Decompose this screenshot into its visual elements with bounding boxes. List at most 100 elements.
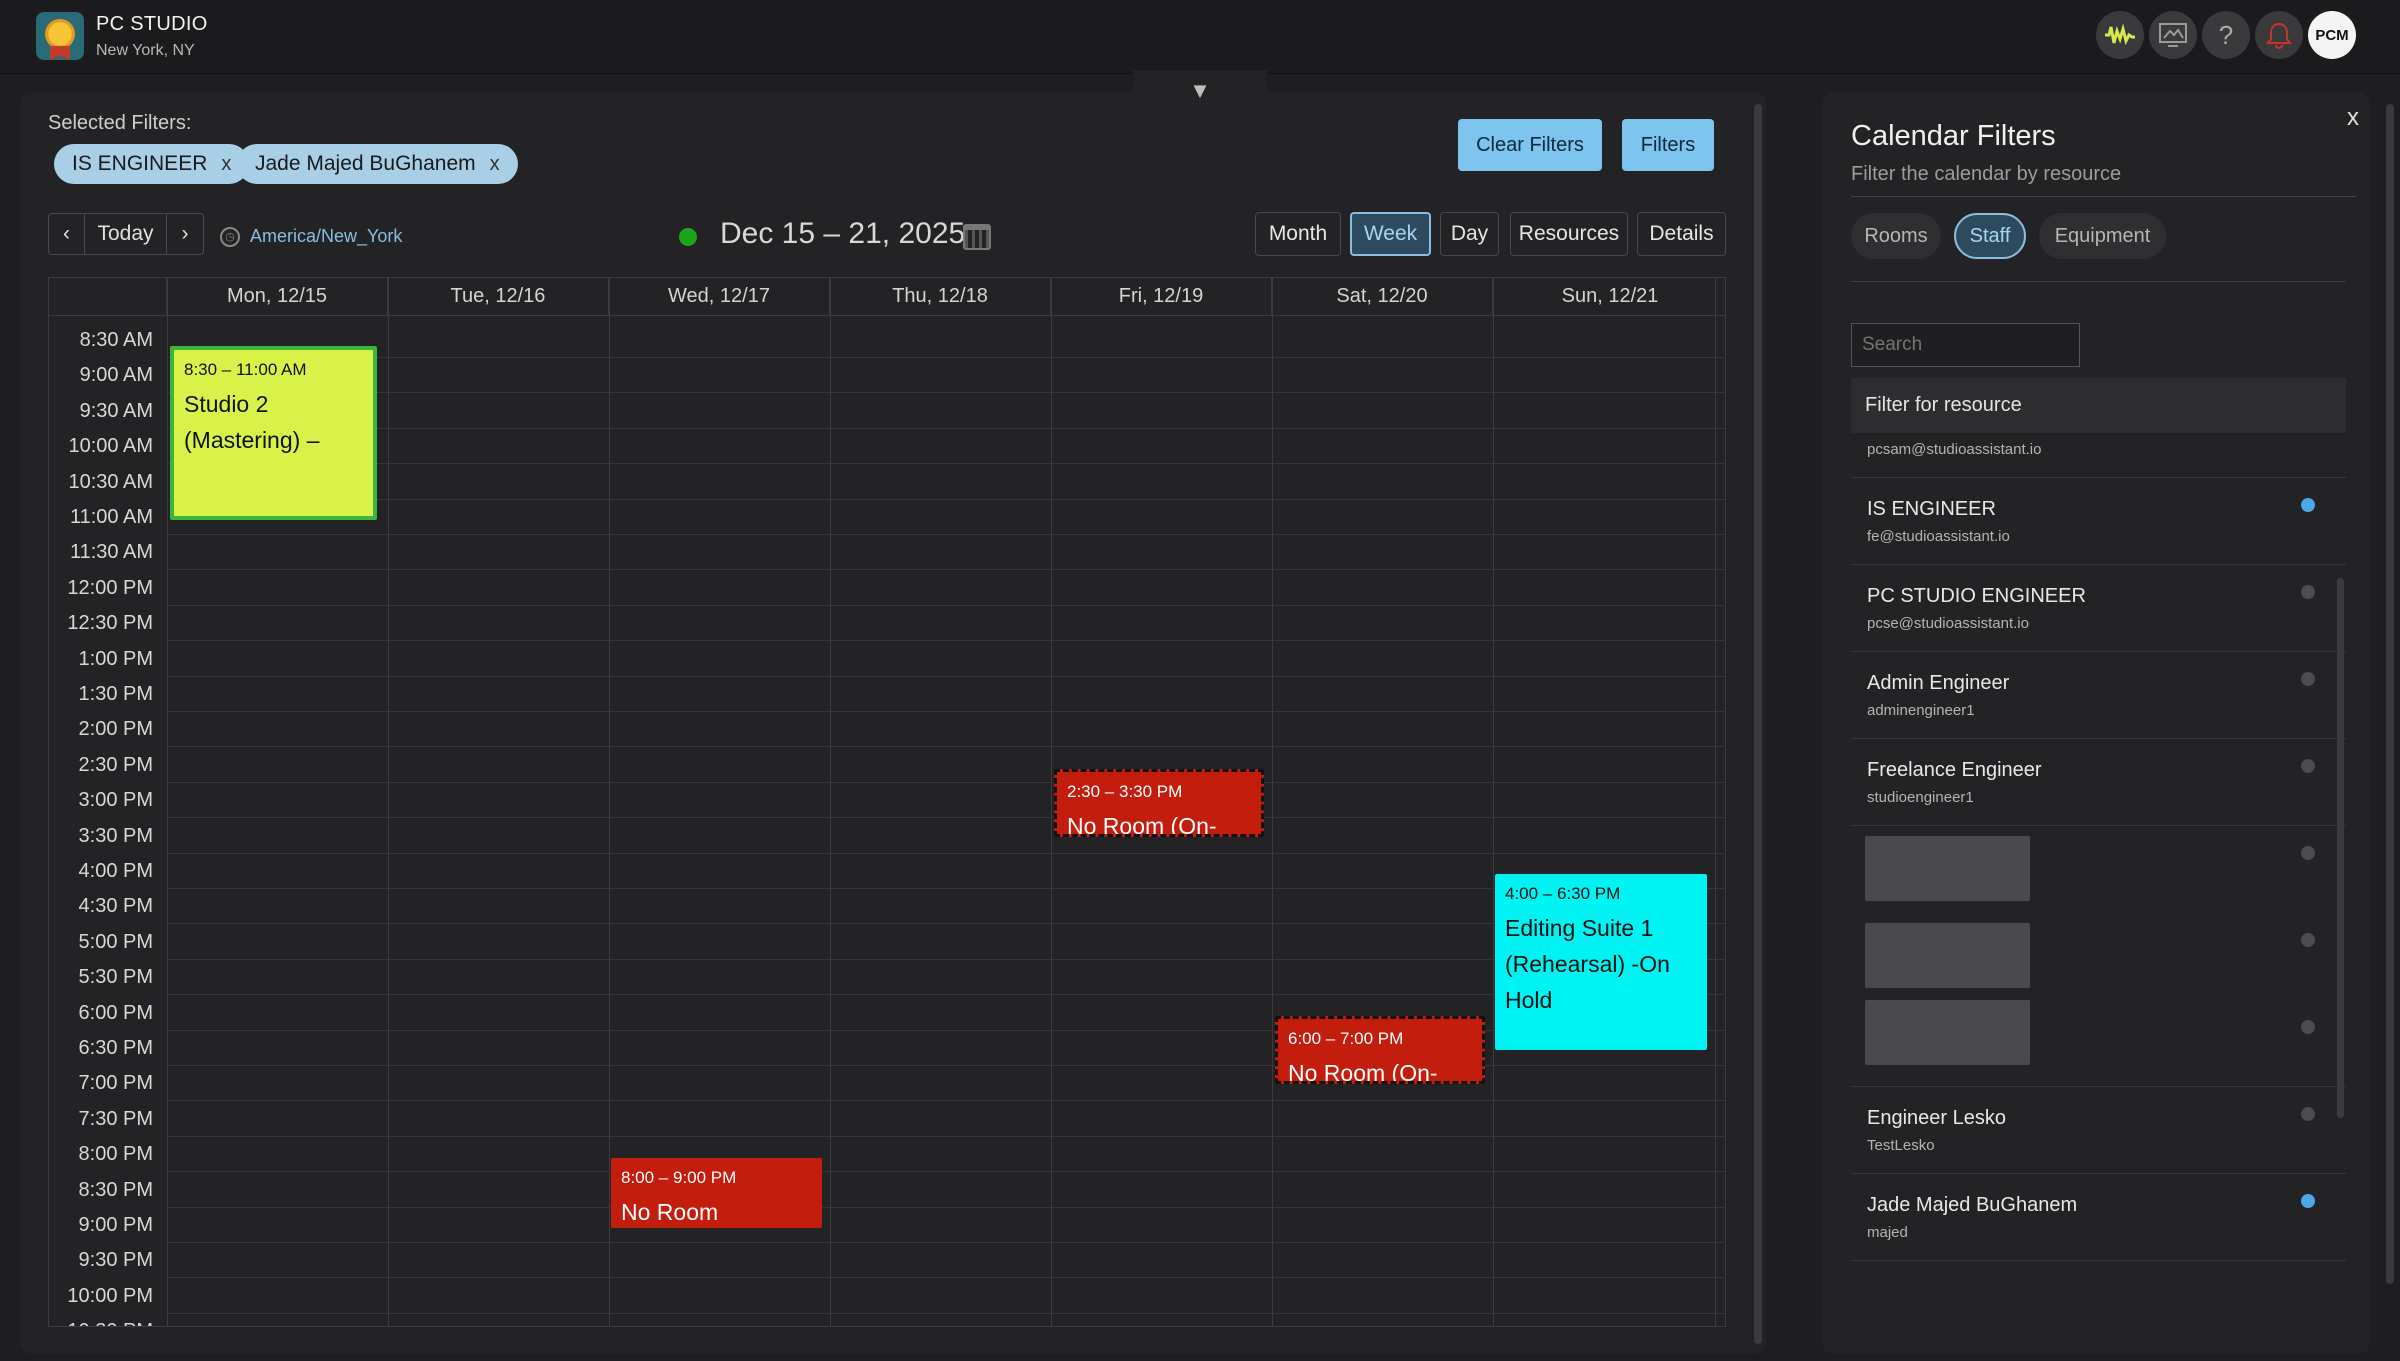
- event-title: Studio 2 (Mastering) –: [184, 391, 320, 453]
- resource-image-placeholder: [1865, 1000, 2030, 1065]
- event-time: 8:00 – 9:00 PM: [621, 1168, 737, 1187]
- bell-icon[interactable]: [2255, 11, 2303, 59]
- day-header[interactable]: Sun, 12/21: [1493, 278, 1725, 316]
- timezone-label: America/New_York: [250, 226, 403, 246]
- next-week-button[interactable]: ›: [167, 214, 203, 254]
- view-week-button[interactable]: Week: [1350, 212, 1431, 256]
- help-icon[interactable]: ?: [2202, 11, 2250, 59]
- tab-equipment[interactable]: Equipment: [2039, 213, 2166, 259]
- resource-item[interactable]: [1851, 826, 2346, 913]
- filters-button[interactable]: Filters: [1622, 119, 1714, 171]
- view-details-button[interactable]: Details: [1637, 212, 1726, 256]
- calendar-event[interactable]: 4:00 – 6:30 PM Editing Suite 1 (Rehearsa…: [1495, 874, 1707, 1050]
- resource-subtitle: majed: [1867, 1224, 1908, 1241]
- studio-location: New York, NY: [96, 42, 195, 59]
- prev-week-button[interactable]: ‹: [49, 214, 85, 254]
- calendar-event[interactable]: 8:00 – 9:00 PM No Room: [611, 1158, 822, 1228]
- time-slot-line: [167, 604, 1725, 606]
- filter-chip[interactable]: IS ENGINEER x: [54, 144, 250, 184]
- day-header[interactable]: Sat, 12/20: [1272, 278, 1493, 316]
- time-slot-label: 3:30 PM: [78, 824, 153, 847]
- resource-item[interactable]: PC STUDIO ENGINEER pcse@studioassistant.…: [1851, 565, 2346, 652]
- time-slot-line: [167, 852, 1725, 854]
- filter-chip[interactable]: Jade Majed BuGhanem x: [237, 144, 518, 184]
- unselected-indicator-icon: [2301, 1107, 2315, 1121]
- close-icon[interactable]: x: [2347, 104, 2359, 132]
- unselected-indicator-icon: [2301, 585, 2315, 599]
- user-avatar[interactable]: PCM: [2308, 11, 2356, 59]
- calendar-event[interactable]: 2:30 – 3:30 PM No Room (On-: [1054, 769, 1264, 837]
- time-slot-label: 2:30 PM: [78, 753, 153, 776]
- resource-item[interactable]: Admin Engineer adminengineer1: [1851, 652, 2346, 739]
- resource-item[interactable]: Freelance Engineer studioengineer1: [1851, 739, 2346, 826]
- chip-label: IS ENGINEER: [72, 152, 208, 175]
- resource-name: Freelance Engineer: [1867, 759, 2042, 781]
- time-slot-line: [167, 427, 1725, 429]
- time-slot-label: 5:30 PM: [78, 966, 153, 989]
- resource-item[interactable]: [1851, 1261, 2346, 1281]
- resource-list: pcsam@studioassistant.io IS ENGINEER fe@…: [1851, 433, 2346, 1281]
- remove-chip-icon[interactable]: x: [490, 153, 500, 176]
- resource-item[interactable]: [1851, 1000, 2346, 1087]
- time-slot-label: 11:00 AM: [69, 506, 153, 528]
- today-button[interactable]: Today: [85, 214, 167, 254]
- view-day-button[interactable]: Day: [1440, 212, 1499, 256]
- view-resources-button[interactable]: Resources: [1510, 212, 1628, 256]
- time-slot-label: 6:30 PM: [78, 1037, 153, 1059]
- tab-staff[interactable]: Staff: [1954, 213, 2026, 259]
- day-header[interactable]: Wed, 12/17: [609, 278, 830, 316]
- resource-name: IS ENGINEER: [1867, 498, 1996, 520]
- top-bar: PC STUDIO New York, NY ? PCM: [0, 0, 2400, 74]
- calendar-event[interactable]: 6:00 – 7:00 PM No Room (On-: [1275, 1016, 1485, 1084]
- remove-chip-icon[interactable]: x: [221, 153, 231, 176]
- resource-item[interactable]: Engineer Lesko TestLesko: [1851, 1087, 2346, 1174]
- day-header[interactable]: Tue, 12/16: [388, 278, 609, 316]
- resource-item[interactable]: Jade Majed BuGhanem majed: [1851, 1174, 2346, 1261]
- resource-item[interactable]: [1851, 913, 2346, 1000]
- time-slot-line: [167, 923, 1725, 925]
- resource-item[interactable]: IS ENGINEER fe@studioassistant.io: [1851, 478, 2346, 565]
- page-scrollbar[interactable]: [2386, 104, 2394, 1284]
- time-slot-line: [167, 675, 1725, 677]
- calendar-event[interactable]: 8:30 – 11:00 AM Studio 2 (Mastering) –: [170, 346, 377, 520]
- clear-filters-button[interactable]: Clear Filters: [1458, 119, 1602, 171]
- resource-item[interactable]: pcsam@studioassistant.io: [1851, 433, 2346, 478]
- day-header[interactable]: Mon, 12/15: [167, 278, 388, 316]
- time-slot-line: [167, 1277, 1725, 1279]
- time-slot-label: 1:30 PM: [78, 683, 153, 705]
- waveform-icon[interactable]: [2096, 11, 2144, 59]
- collapse-toggle[interactable]: ▼: [1133, 70, 1267, 112]
- time-slot-label: 2:00 PM: [78, 718, 153, 741]
- filter-resource-header: Filter for resource: [1851, 378, 2346, 433]
- resource-subtitle: fe@studioassistant.io: [1867, 528, 2010, 545]
- timezone-link[interactable]: ◷ America/New_York: [220, 226, 402, 247]
- time-slot-line: [167, 746, 1725, 748]
- day-header[interactable]: Fri, 12/19: [1051, 278, 1272, 316]
- calendar-scrollbar[interactable]: [1754, 104, 1762, 1344]
- day-header[interactable]: Thu, 12/18: [830, 278, 1051, 316]
- time-slot-label: 7:30 PM: [78, 1107, 153, 1130]
- day-divider: [1493, 278, 1494, 1326]
- resource-search-input[interactable]: [1851, 323, 2080, 367]
- tab-rooms[interactable]: Rooms: [1851, 213, 1941, 259]
- day-divider: [609, 278, 610, 1326]
- resource-name: Admin Engineer: [1867, 672, 2010, 694]
- time-slot-line: [167, 817, 1725, 819]
- time-slot-line: [167, 994, 1725, 996]
- selected-indicator-icon: [2301, 1194, 2315, 1208]
- time-slot-label: 12:00 PM: [67, 576, 153, 599]
- resource-name: Engineer Lesko: [1867, 1107, 2006, 1129]
- resource-subtitle: TestLesko: [1867, 1137, 1935, 1154]
- unselected-indicator-icon: [2301, 846, 2315, 860]
- time-slot-label: 7:00 PM: [78, 1072, 153, 1095]
- resource-list-scrollbar[interactable]: [2337, 578, 2344, 1118]
- view-month-button[interactable]: Month: [1255, 212, 1341, 256]
- divider: [1851, 281, 2346, 282]
- display-icon[interactable]: [2149, 11, 2197, 59]
- calendar-picker-icon[interactable]: [963, 224, 991, 250]
- studio-logo[interactable]: [36, 12, 84, 60]
- time-slot-line: [167, 640, 1725, 642]
- time-slot-label: 4:30 PM: [78, 895, 153, 918]
- time-slot-line: [167, 1171, 1725, 1173]
- logo-sun-icon: [45, 19, 75, 49]
